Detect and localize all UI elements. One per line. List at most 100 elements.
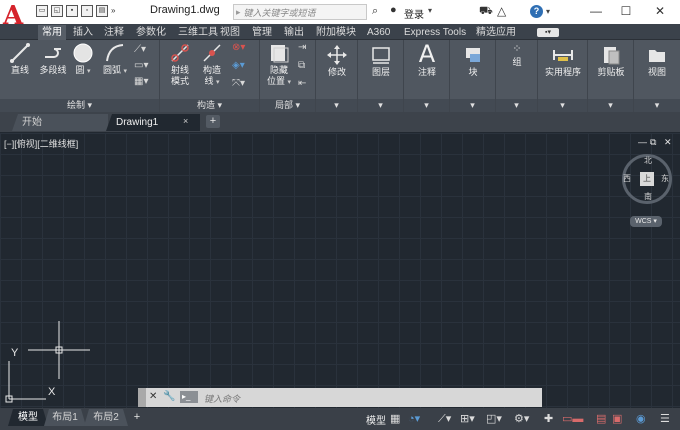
new-tab-button[interactable]: + xyxy=(206,115,220,128)
cart-icon[interactable]: ⛟ xyxy=(479,5,493,19)
isometric-icon[interactable]: ⟋▾ xyxy=(438,412,451,426)
viewcube-east[interactable]: 东 xyxy=(661,173,669,184)
polyline-tool[interactable]: 多段线 xyxy=(36,42,70,76)
line-tool[interactable]: 直线 xyxy=(6,42,34,76)
command-history-button[interactable]: ▸_ xyxy=(180,391,198,403)
construction-line-chevron-icon[interactable]: ▾ xyxy=(216,79,220,86)
wcs-menu[interactable]: WCS ▾ xyxy=(630,216,662,227)
view-tool[interactable]: 视图 xyxy=(640,44,674,78)
annotation-tool[interactable]: A 注释 xyxy=(412,42,442,78)
add-layout-button[interactable]: + xyxy=(130,411,144,424)
clean-screen-icon[interactable]: ◉ xyxy=(636,412,646,425)
panel-annotation-title[interactable]: ▾ xyxy=(404,99,449,112)
search-input[interactable]: ▸ 键入关键字或短语 xyxy=(233,4,367,20)
hatch-icon[interactable]: ▦▾ xyxy=(134,76,148,87)
layers-tool[interactable]: 图层 xyxy=(366,44,396,78)
minimize-icon[interactable]: — xyxy=(586,3,606,19)
snap-mode-icon[interactable]: ◰▾ xyxy=(486,412,502,425)
viewport-restore-icon[interactable]: ⧉ xyxy=(650,137,656,148)
ray-mode-tool[interactable]: 射线 模式 xyxy=(166,42,194,87)
panel-groups-title[interactable]: ▾ xyxy=(496,99,537,112)
panel-utilities-title[interactable]: ▾ xyxy=(538,99,587,112)
panel-local-title[interactable]: 局部 ▾ xyxy=(260,99,315,112)
user-icon[interactable]: ● xyxy=(390,4,397,16)
close-icon[interactable]: ✕ xyxy=(650,3,670,19)
save-icon[interactable]: ▪ xyxy=(66,5,78,17)
panel-draw-title[interactable]: 绘制 ▾ xyxy=(0,99,159,112)
customization-menu-icon[interactable]: ☰ xyxy=(660,412,670,425)
drawing-canvas[interactable]: [−][俯视][二维线框] — ⧉ ✕ 上 北 南 东 西 WCS ▾ Y X xyxy=(0,133,680,408)
circle-chevron-down-icon[interactable]: ▾ xyxy=(87,68,91,75)
circle-tool[interactable]: 圆 ▾ xyxy=(70,42,96,77)
help-chevron-down-icon[interactable]: ▾ xyxy=(546,7,550,16)
panel-clipboard-title[interactable]: ▾ xyxy=(588,99,633,112)
tab-home[interactable]: 常用 xyxy=(38,25,66,40)
open-file-icon[interactable]: ◱ xyxy=(51,5,63,17)
plus-icon[interactable]: ✚ xyxy=(544,412,553,425)
local-move-icon[interactable]: ⇥ xyxy=(298,42,306,53)
model-space-button[interactable]: 模型 xyxy=(366,412,386,427)
ribbon-toggle-button[interactable]: ▪▾ xyxy=(537,28,559,37)
viewcube[interactable]: 上 北 南 东 西 xyxy=(622,154,672,204)
tab-annotate[interactable]: 注释 xyxy=(104,25,124,40)
local-return-icon[interactable]: ⇤ xyxy=(298,78,306,89)
arc-tool[interactable]: 圆弧 ▾ xyxy=(101,42,129,77)
command-close-icon[interactable]: ✕ xyxy=(149,391,157,402)
tab-manage[interactable]: 管理 xyxy=(252,25,272,40)
local-copy-icon[interactable]: ⧉ xyxy=(298,60,305,71)
block-tool[interactable]: 块 xyxy=(458,44,488,78)
save-as-icon[interactable]: ▫ xyxy=(81,5,93,17)
grid-icon[interactable]: ▦ xyxy=(390,412,400,425)
settings-gear-icon[interactable]: ⚙▾ xyxy=(514,412,529,425)
tab-3d-tools[interactable]: 三维工具 xyxy=(178,25,218,40)
panel-layers-title[interactable]: ▾ xyxy=(358,99,403,112)
arc-chevron-down-icon[interactable]: ▾ xyxy=(124,68,128,75)
panel-view-title[interactable]: ▾ xyxy=(634,99,680,112)
command-line-grip[interactable] xyxy=(138,388,146,407)
panel-modify-title[interactable]: ▾ xyxy=(316,99,357,112)
viewcube-north[interactable]: 北 xyxy=(644,155,652,166)
viewport-close-icon[interactable]: ✕ xyxy=(664,137,672,148)
maximize-icon[interactable]: ☐ xyxy=(616,3,636,19)
groups-tool[interactable]: ⁘ 组 xyxy=(502,42,532,68)
isolate-objects-icon[interactable]: ▤ xyxy=(596,412,606,425)
command-input[interactable]: 键入命令 xyxy=(204,392,240,405)
spline-icon[interactable]: ⟋▾ xyxy=(134,44,146,55)
tab-insert[interactable]: 插入 xyxy=(73,25,93,40)
tab-parametric[interactable]: 参数化 xyxy=(136,25,166,40)
viewport-controls[interactable]: [−][俯视][二维线框] xyxy=(4,137,78,150)
binoculars-icon[interactable]: ⌕ xyxy=(372,5,378,18)
login-button[interactable]: 登录 xyxy=(404,6,424,21)
tab-a360[interactable]: A360 xyxy=(367,25,390,40)
tab-addins[interactable]: 附加模块 xyxy=(316,25,356,40)
chevron-down-icon[interactable]: ▾ xyxy=(428,6,432,15)
new-file-icon[interactable]: ▭ xyxy=(36,5,48,17)
hide-position-chevron-icon[interactable]: ▾ xyxy=(288,79,292,86)
close-tab-icon[interactable]: × xyxy=(183,116,188,126)
rectangle-icon[interactable]: ▭▾ xyxy=(134,60,148,71)
object-snap-icon[interactable]: ⊞▾ xyxy=(460,412,475,425)
hardware-acceleration-icon[interactable]: ▣ xyxy=(612,412,622,425)
construction-line-tool[interactable]: 构造 线 ▾ xyxy=(198,42,226,88)
construct-circle-icon[interactable]: ⊗▾ xyxy=(232,42,245,53)
tab-start[interactable]: 开始 xyxy=(12,114,108,131)
panel-block-title[interactable]: ▾ xyxy=(450,99,495,112)
tab-model[interactable]: 模型 xyxy=(8,409,48,426)
tab-express-tools[interactable]: Express Tools xyxy=(404,25,466,40)
quick-access-more-button[interactable]: » xyxy=(111,5,121,17)
command-settings-icon[interactable]: 🔧 xyxy=(163,391,175,402)
tab-layout1[interactable]: 布局1 xyxy=(44,409,86,426)
utilities-tool[interactable]: 实用程序 xyxy=(541,44,585,78)
tab-output[interactable]: 输出 xyxy=(284,25,304,40)
viewcube-west[interactable]: 西 xyxy=(623,173,631,184)
tab-featured-apps[interactable]: 精选应用 xyxy=(476,25,516,40)
panel-construct-title[interactable]: 构造 ▾ xyxy=(160,99,259,112)
viewport-minimize-icon[interactable]: — xyxy=(638,137,647,147)
annotation-scale-icon[interactable]: ▭▬ xyxy=(562,412,583,425)
help-icon[interactable]: ? xyxy=(530,5,543,18)
polar-tracking-icon[interactable]: ◔▾ xyxy=(408,412,420,425)
viewcube-south[interactable]: 南 xyxy=(644,191,652,202)
autodesk-app-icon[interactable]: △ xyxy=(497,4,506,18)
construct-path-icon[interactable]: ⤧▾ xyxy=(232,78,245,89)
tab-layout2[interactable]: 布局2 xyxy=(84,409,128,426)
